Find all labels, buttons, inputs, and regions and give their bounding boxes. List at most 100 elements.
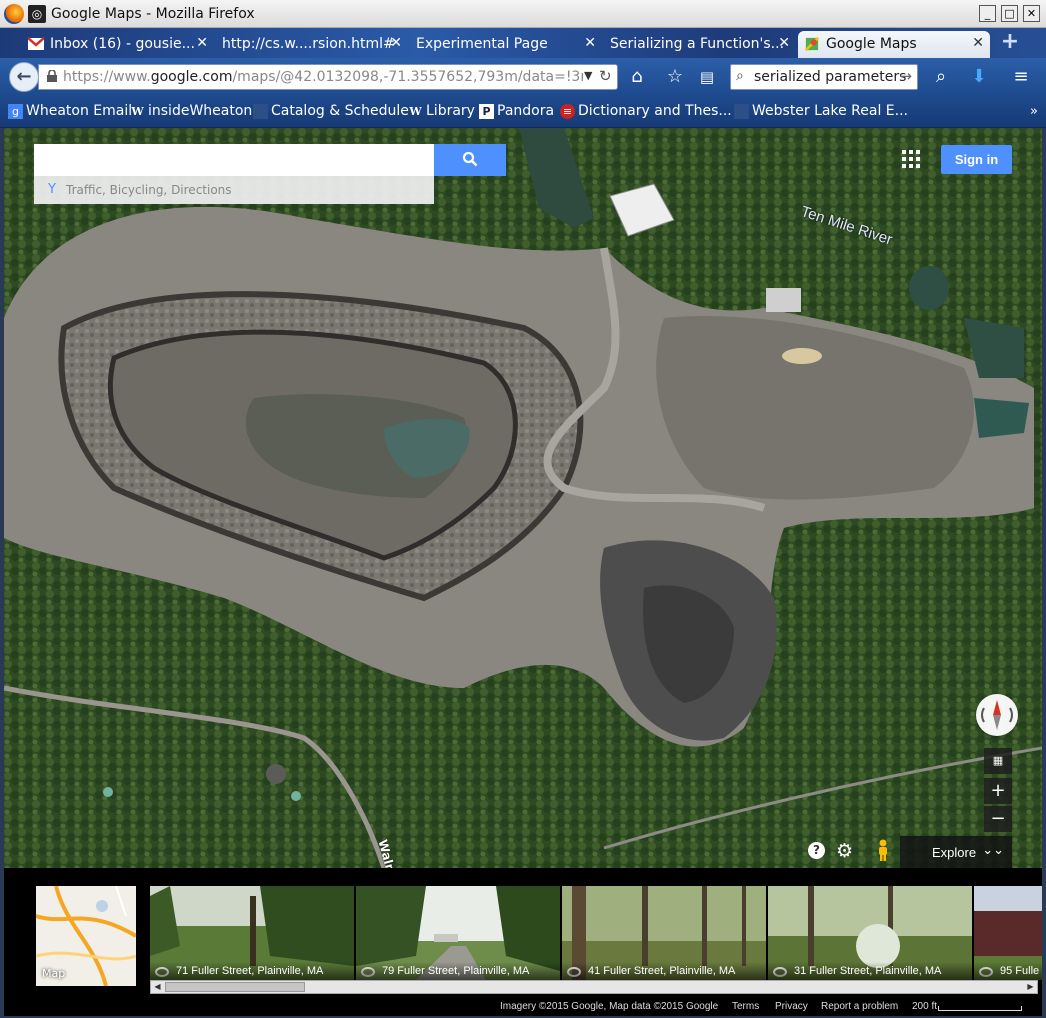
photo-thumbnail[interactable]: 71 Fuller Street, Plainville, MA — [150, 886, 354, 980]
tab-close-icon[interactable]: ✕ — [972, 35, 984, 51]
url-text[interactable]: https://www.google.com/maps/@42.0132098,… — [63, 69, 583, 85]
pandora-icon: P — [479, 104, 494, 119]
photo-caption: 41 Fuller Street, Plainville, MA — [562, 962, 766, 980]
web-search-box[interactable]: ⌕ serialized parameters → — [730, 64, 918, 90]
download-icon[interactable]: ⬇ — [968, 66, 990, 88]
reload-icon[interactable]: ↻ — [599, 67, 612, 85]
url-dropdown-icon[interactable]: ▼ — [584, 69, 592, 82]
tab-close-icon[interactable]: ✕ — [584, 35, 596, 51]
bookmark-insidewheaton[interactable]: W insideWheaton — [130, 103, 252, 119]
photo-thumbnail[interactable]: 95 Fulle — [974, 886, 1042, 980]
map-search-field[interactable] — [34, 144, 434, 176]
bookmark-library[interactable]: W Library — [408, 103, 475, 119]
imagery-credit: Imagery ©2015 Google, Map data ©2015 Goo… — [500, 1001, 719, 1012]
tab-inbox[interactable]: Inbox (16) - gousie... ✕ — [22, 31, 214, 58]
tab-close-icon[interactable]: ✕ — [390, 35, 402, 51]
help-icon[interactable]: ? — [808, 842, 825, 859]
map-canvas[interactable]: Y Traffic, Bicycling, Directions Sign in… — [4, 128, 1042, 868]
scrollbar-thumb[interactable] — [165, 982, 305, 992]
map-search-input[interactable] — [34, 144, 434, 176]
chevron-down-icon: ⌄⌄ — [982, 842, 1004, 857]
tab-close-icon[interactable]: ✕ — [196, 35, 208, 51]
compass-control[interactable] — [976, 694, 1018, 736]
tab-label: Google Maps — [826, 36, 917, 52]
zoom-in-button[interactable]: + — [984, 778, 1012, 804]
page-icon — [734, 104, 749, 119]
search-icon — [462, 151, 478, 167]
compass-icon — [981, 700, 1013, 730]
zoom-out-button[interactable]: − — [984, 806, 1012, 832]
minimize-button[interactable]: _ — [979, 5, 996, 22]
pegman-icon[interactable] — [876, 839, 890, 861]
photo-caption: 79 Fuller Street, Plainville, MA — [356, 962, 560, 980]
bookmark-dictionary[interactable]: ≡ Dictionary and Thes... — [560, 103, 732, 119]
layers-suggestion[interactable]: Y Traffic, Bicycling, Directions — [34, 176, 434, 204]
home-icon[interactable]: ⌂ — [626, 66, 648, 88]
map-search-button[interactable] — [434, 144, 506, 176]
sign-in-button[interactable]: Sign in — [941, 145, 1012, 174]
tab-close-icon[interactable]: ✕ — [778, 35, 790, 51]
bookmark-pandora[interactable]: P Pandora — [479, 103, 554, 119]
map-bottom-controls: ? ⚙ Explore ⌄⌄ — [804, 836, 1014, 868]
window-title: Google Maps - Mozilla Firefox — [51, 6, 255, 22]
lock-icon — [47, 70, 57, 82]
scale-label[interactable]: 200 ft — [912, 1001, 937, 1012]
bookmark-webster-lake[interactable]: Webster Lake Real E... — [734, 103, 908, 119]
photo-thumbnail[interactable]: 41 Fuller Street, Plainville, MA — [562, 886, 766, 980]
gmail-icon — [28, 37, 44, 50]
photo-thumbnail[interactable]: 79 Fuller Street, Plainville, MA — [356, 886, 560, 980]
navigation-toolbar: https://www.google.com/maps/@42.0132098,… — [0, 58, 1046, 96]
tab-label: http://cs.w....rsion.html# — [222, 36, 395, 52]
search-query[interactable]: serialized parameters — [754, 69, 906, 85]
maximize-button[interactable]: □ — [1001, 5, 1018, 22]
scroll-right-icon[interactable]: ▶ — [1024, 980, 1037, 994]
search-icon: ⌕ — [736, 68, 744, 84]
bookmark-star-icon[interactable]: ☆ — [664, 66, 686, 88]
tab-google-maps[interactable]: Google Maps ✕ — [798, 31, 990, 58]
reading-list-icon[interactable]: ▤ — [696, 66, 718, 88]
terms-link[interactable]: Terms — [732, 1001, 759, 1012]
dictionary-icon: ≡ — [560, 104, 575, 119]
photo-thumbnail[interactable]: 31 Fuller Street, Plainville, MA — [768, 886, 972, 980]
apps-grid-icon[interactable] — [902, 150, 920, 168]
minimap-thumbnail[interactable]: Map — [36, 886, 136, 986]
page-icon — [253, 104, 268, 119]
explore-button[interactable]: Explore ⌄⌄ — [900, 836, 1012, 868]
new-tab-button[interactable]: + — [998, 31, 1022, 55]
maps-icon — [804, 37, 820, 51]
close-window-button[interactable]: ✕ — [1023, 5, 1040, 22]
menu-icon[interactable]: ≡ — [1010, 66, 1032, 88]
privacy-link[interactable]: Privacy — [775, 1001, 808, 1012]
bookmarks-overflow-icon[interactable]: » — [1030, 104, 1038, 119]
bookmark-wheaton-email[interactable]: g Wheaton Email — [8, 103, 132, 119]
minimap-label: Map — [42, 967, 66, 980]
search-go-icon[interactable]: → — [899, 67, 912, 85]
bookmark-catalog-schedule[interactable]: Catalog & Schedule — [253, 103, 409, 119]
tab-cs-wheaton[interactable]: http://cs.w....rsion.html# ✕ — [218, 31, 408, 58]
scroll-left-icon[interactable]: ◀ — [151, 980, 164, 994]
map-footer: Imagery ©2015 Google, Map data ©2015 Goo… — [4, 996, 1042, 1016]
gear-icon[interactable]: ⚙ — [836, 840, 853, 862]
tab-label: Experimental Page — [416, 36, 548, 52]
photo-caption: 71 Fuller Street, Plainville, MA — [150, 962, 354, 980]
back-button[interactable]: ← — [9, 62, 39, 92]
wheaton-icon: W — [131, 105, 144, 118]
app-icon: ◎ — [28, 5, 46, 23]
photo-caption: 95 Fulle — [974, 962, 1042, 980]
wheaton-icon: W — [409, 105, 422, 118]
tilt-icon[interactable]: ▦ — [984, 748, 1012, 774]
firefox-icon — [4, 4, 24, 24]
search-icon[interactable]: ⌕ — [930, 66, 952, 88]
scale-bar — [938, 1006, 1022, 1011]
tab-serializing[interactable]: Serializing a Function's... ✕ — [606, 31, 796, 58]
photo-caption: 31 Fuller Street, Plainville, MA — [768, 962, 972, 980]
google-icon: g — [8, 104, 23, 119]
filmstrip-scrollbar[interactable]: ◀ ▶ — [150, 980, 1038, 994]
tab-experimental[interactable]: Experimental Page ✕ — [412, 31, 602, 58]
tab-label: Inbox (16) - gousie... — [50, 36, 195, 52]
tab-strip: Inbox (16) - gousie... ✕ http://cs.w....… — [0, 28, 1046, 58]
directions-icon: Y — [48, 182, 56, 197]
window-titlebar: ◎ Google Maps - Mozilla Firefox _ □ ✕ — [0, 0, 1046, 28]
url-bar[interactable]: https://www.google.com/maps/@42.0132098,… — [38, 64, 618, 90]
report-problem-link[interactable]: Report a problem — [821, 1001, 898, 1012]
